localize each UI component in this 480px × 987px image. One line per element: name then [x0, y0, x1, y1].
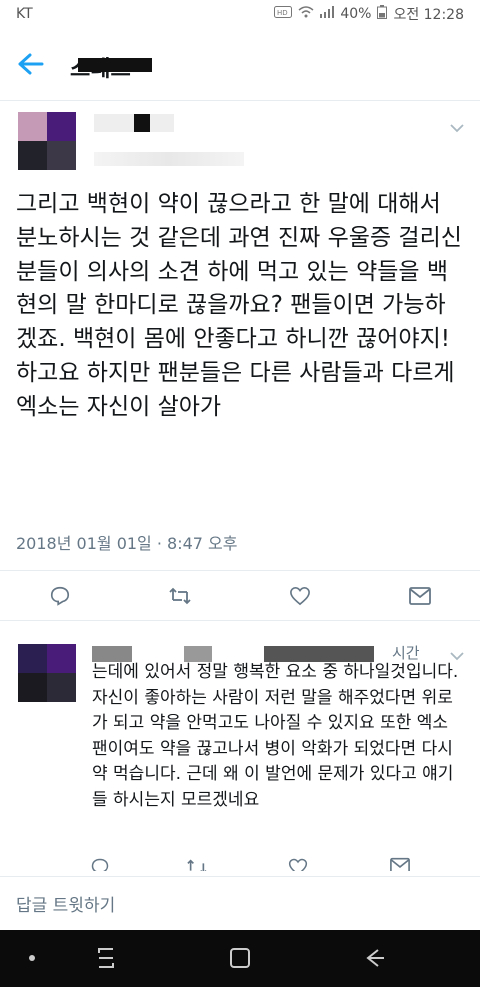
home-icon[interactable] — [226, 944, 254, 972]
app-header: 스레드 — [0, 28, 480, 101]
recent-apps-icon[interactable] — [92, 944, 120, 972]
reply-placeholder[interactable]: 답글 트윗하기 — [16, 891, 115, 916]
title-redaction — [78, 58, 152, 72]
back-arrow-icon[interactable] — [12, 46, 48, 82]
chevron-down-icon[interactable] — [450, 118, 464, 133]
hd-voice-icon: HD — [274, 6, 293, 22]
status-icons: HD 40% 오전 12:28 — [274, 4, 464, 24]
divider — [0, 570, 480, 571]
message-icon[interactable] — [400, 576, 440, 616]
svg-text:HD: HD — [277, 9, 288, 17]
reply-text: 는데에 있어서 정말 행복한 요소 중 하나일것입니다. 자신이 좋아하는 사람… — [92, 662, 459, 810]
status-bar: KT HD 40% 오전 12:28 — [0, 0, 480, 28]
chevron-down-icon[interactable] — [450, 646, 464, 661]
tweet-text: 그리고 백현이 약이 끊으라고 한 말에 대해서 분노하시는 것 같은데 과연 … — [16, 191, 462, 420]
tweet-actions — [0, 572, 480, 620]
like-icon[interactable] — [288, 857, 312, 871]
reply-icon[interactable] — [40, 576, 80, 616]
signal-icon — [320, 6, 335, 22]
wifi-icon — [298, 6, 314, 22]
author-name-redaction — [134, 114, 150, 132]
clock: 오전 12:28 — [393, 7, 464, 23]
message-icon[interactable] — [390, 857, 414, 871]
author-handle-redacted — [94, 152, 244, 166]
like-icon[interactable] — [280, 576, 320, 616]
battery-icon — [377, 5, 388, 23]
retweet-icon[interactable] — [186, 857, 210, 871]
reply-icon[interactable] — [90, 857, 114, 871]
avatar[interactable] — [18, 112, 76, 170]
dot-icon[interactable] — [24, 944, 52, 972]
retweet-icon[interactable] — [160, 576, 200, 616]
reply-composer[interactable]: 답글 트윗하기 — [0, 876, 480, 930]
carrier-label: KT — [16, 6, 33, 22]
back-icon[interactable] — [360, 944, 388, 972]
avatar[interactable] — [18, 644, 76, 702]
system-nav-bar — [0, 930, 480, 987]
battery-level: 40% — [340, 6, 372, 22]
reply-actions — [0, 857, 480, 871]
divider — [0, 620, 480, 621]
tweet-timestamp: 2018년 01월 01일 · 8:47 오후 — [16, 534, 238, 553]
